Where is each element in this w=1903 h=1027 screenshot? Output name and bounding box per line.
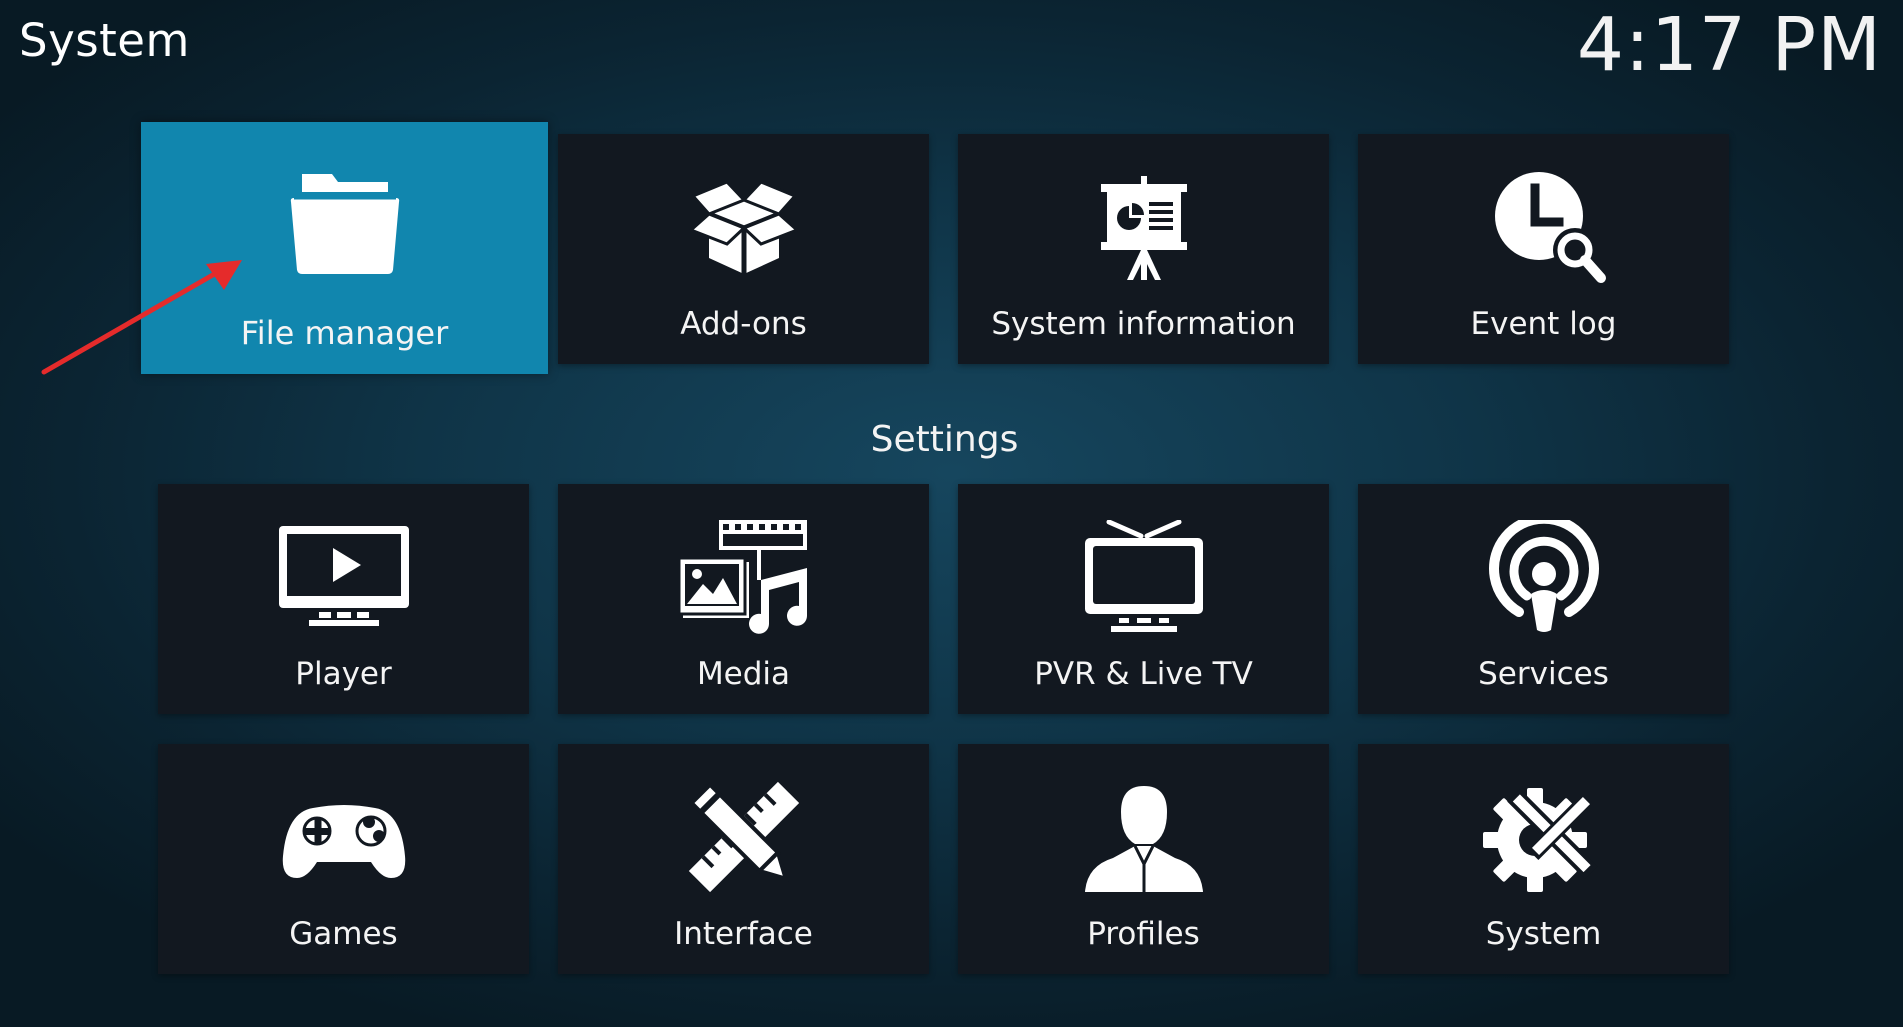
folder-icon	[280, 164, 410, 278]
tile-games[interactable]: Games	[158, 744, 529, 974]
tile-system-information[interactable]: System information	[958, 134, 1329, 364]
tile-event-log[interactable]: Event log	[1358, 134, 1729, 364]
tile-add-ons[interactable]: Add-ons	[558, 134, 929, 364]
tile-label: System	[1485, 916, 1602, 952]
tile-label: PVR & Live TV	[1034, 656, 1253, 692]
broadcast-icon	[1479, 520, 1609, 634]
tile-label: Add-ons	[680, 306, 807, 342]
tile-label: Services	[1478, 656, 1609, 692]
app-title: System	[19, 14, 190, 67]
tile-services[interactable]: Services	[1358, 484, 1729, 714]
tile-label: File manager	[240, 314, 449, 352]
clock-search-icon	[1479, 170, 1609, 284]
tile-system[interactable]: System	[1358, 744, 1729, 974]
tile-file-manager[interactable]: File manager	[141, 122, 548, 374]
tile-pvr-live-tv[interactable]: PVR & Live TV	[958, 484, 1329, 714]
tile-label: Interface	[674, 916, 813, 952]
clock: 4:17 PM	[1576, 2, 1882, 88]
box-icon	[679, 170, 809, 284]
tv-icon	[1079, 520, 1209, 634]
tile-media[interactable]: Media	[558, 484, 929, 714]
tile-interface[interactable]: Interface	[558, 744, 929, 974]
user-icon	[1079, 780, 1209, 894]
tile-label: Player	[295, 656, 392, 692]
section-title-settings: Settings	[870, 419, 1019, 460]
tile-label: Event log	[1470, 306, 1617, 342]
gear-tools-icon	[1479, 780, 1609, 894]
media-icon	[678, 520, 809, 634]
presentation-icon	[1079, 170, 1209, 284]
tile-profiles[interactable]: Profiles	[958, 744, 1329, 974]
tile-label: Profiles	[1087, 916, 1200, 952]
tile-label: Media	[696, 656, 791, 692]
pencil-ruler-icon	[679, 780, 809, 894]
tile-label: System information	[991, 306, 1296, 342]
gamepad-icon	[279, 780, 409, 894]
monitor-play-icon	[278, 520, 409, 634]
tile-player[interactable]: Player	[158, 484, 529, 714]
tile-label: Games	[289, 916, 398, 952]
